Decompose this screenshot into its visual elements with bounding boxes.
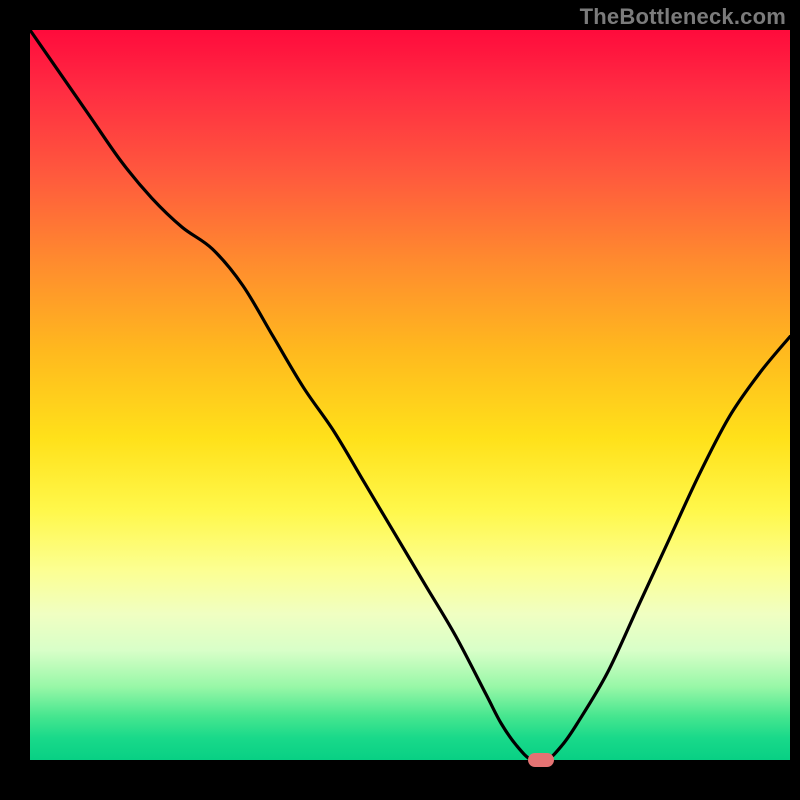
heat-gradient-background [30, 30, 790, 760]
chart-container: TheBottleneck.com [0, 0, 800, 800]
watermark-text: TheBottleneck.com [580, 4, 786, 30]
